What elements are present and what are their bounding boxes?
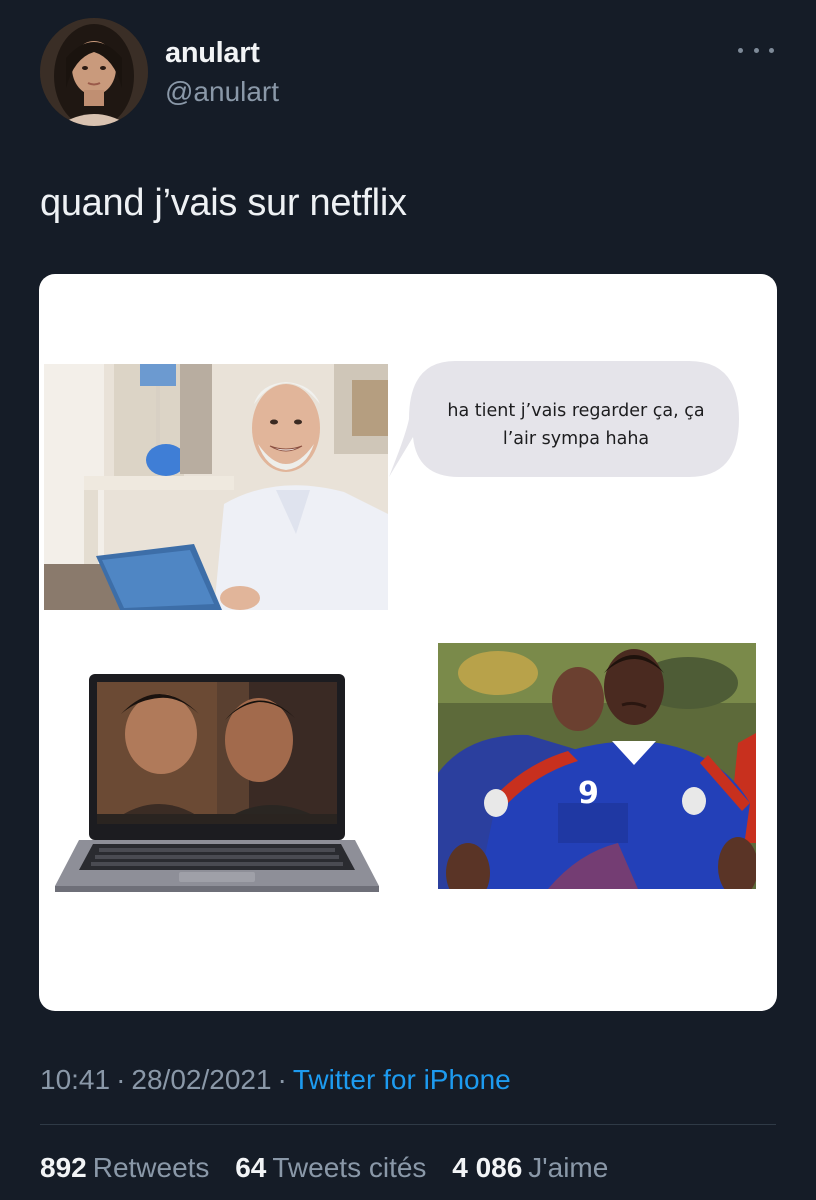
display-name[interactable]: anulart	[165, 36, 279, 70]
user-handle[interactable]: @anulart	[165, 72, 279, 112]
more-horizontal-icon	[738, 47, 743, 53]
likes-count: 4 086	[452, 1152, 523, 1183]
divider	[40, 1124, 776, 1125]
tweet-time[interactable]: 10:41	[40, 1064, 110, 1095]
tweet-text: quand j’vais sur netflix	[40, 182, 407, 224]
retweets-count: 892	[40, 1152, 87, 1183]
speech-bubble: ha tient j’vais regarder ça, ça l’air sy…	[389, 359, 749, 483]
retweets-label: Retweets	[92, 1152, 210, 1183]
tweet-date[interactable]: 28/02/2021	[131, 1064, 271, 1095]
tweet-media[interactable]: ha tient j’vais regarder ça, ça l’air sy…	[39, 274, 777, 1011]
meta-separator: ·	[116, 1064, 126, 1095]
tweet-stats: 892 Retweets 64 Tweets cités 4 086 J'aime	[40, 1148, 626, 1188]
tweet-header: anulart @anulart	[40, 18, 780, 128]
quote-tweets-stat[interactable]: 64 Tweets cités	[235, 1152, 426, 1183]
footballer-image: 9	[438, 643, 756, 889]
quote-tweets-label: Tweets cités	[272, 1152, 427, 1183]
meme-panel-old-man	[44, 364, 388, 610]
more-horizontal-icon-dot	[769, 47, 774, 53]
retweets-stat[interactable]: 892 Retweets	[40, 1152, 209, 1183]
tweet-meta: 10:41 · 28/02/2021 · Twitter for iPhone	[40, 1060, 511, 1100]
more-horizontal-icon-dot	[753, 47, 759, 53]
more-options-button[interactable]	[738, 40, 774, 60]
meme-panel-laptop	[49, 674, 383, 896]
tweet-source-link[interactable]: Twitter for iPhone	[293, 1064, 511, 1095]
laptop-image	[55, 674, 379, 892]
user-names: anulart @anulart	[165, 36, 279, 112]
speech-bubble-text: ha tient j’vais regarder ça, ça l’air sy…	[447, 401, 705, 449]
avatar-image	[40, 18, 148, 126]
avatar[interactable]	[40, 18, 148, 126]
meta-separator: ·	[277, 1064, 287, 1095]
likes-stat[interactable]: 4 086 J'aime	[452, 1152, 608, 1183]
meme-panel-footballer: 9	[438, 643, 756, 889]
likes-label: J'aime	[528, 1152, 609, 1183]
jersey-number: 9	[578, 776, 599, 811]
old-man-image	[44, 364, 388, 610]
quote-tweets-count: 64	[235, 1152, 267, 1183]
